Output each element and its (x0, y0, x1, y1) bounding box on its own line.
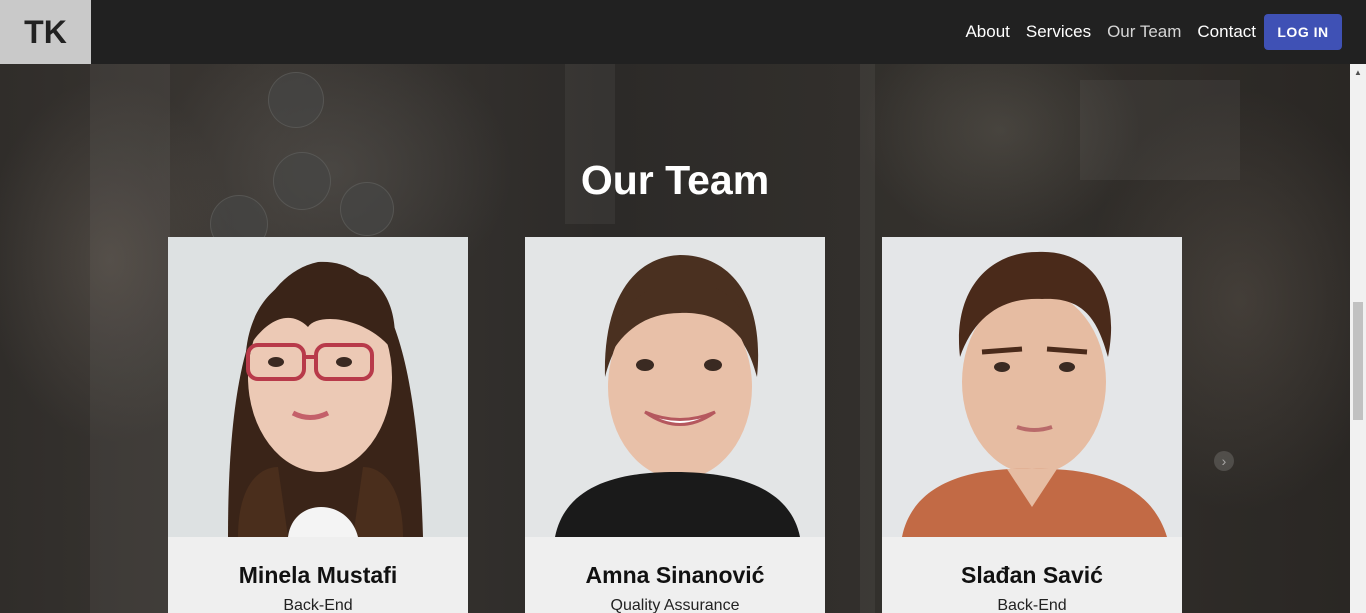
member-photo (882, 237, 1182, 537)
team-card: Minela Mustafi Back-End (168, 237, 468, 613)
member-role: Back-End (997, 597, 1067, 613)
scroll-thumb[interactable] (1353, 302, 1363, 420)
nav-services[interactable]: Services (1026, 22, 1091, 42)
member-photo (525, 237, 825, 537)
team-card: Slađan Savić Back-End (882, 237, 1182, 613)
member-name: Slađan Savić (961, 562, 1103, 588)
member-role: Quality Assurance (610, 597, 740, 613)
chevron-right-icon[interactable]: › (1214, 451, 1234, 471)
nav-links: About Services Our Team Contact (965, 0, 1256, 64)
navbar: TK About Services Our Team Contact LOG I… (0, 0, 1366, 64)
nav-our-team[interactable]: Our Team (1107, 22, 1181, 42)
member-photo (168, 237, 468, 537)
member-role: Back-End (283, 597, 353, 613)
logo[interactable]: TK (0, 0, 91, 64)
member-name: Amna Sinanović (585, 562, 765, 588)
scroll-up-arrow-icon[interactable]: ▲ (1350, 64, 1366, 81)
team-card: Amna Sinanović Quality Assurance (525, 237, 825, 613)
login-button[interactable]: LOG IN (1264, 14, 1342, 50)
nav-contact[interactable]: Contact (1197, 22, 1256, 42)
section-title: Our Team (580, 157, 770, 203)
member-name: Minela Mustafi (238, 562, 398, 588)
nav-about[interactable]: About (965, 22, 1009, 42)
vertical-scrollbar[interactable]: ▲ (1350, 64, 1366, 613)
page: TK About Services Our Team Contact LOG I… (0, 0, 1366, 613)
